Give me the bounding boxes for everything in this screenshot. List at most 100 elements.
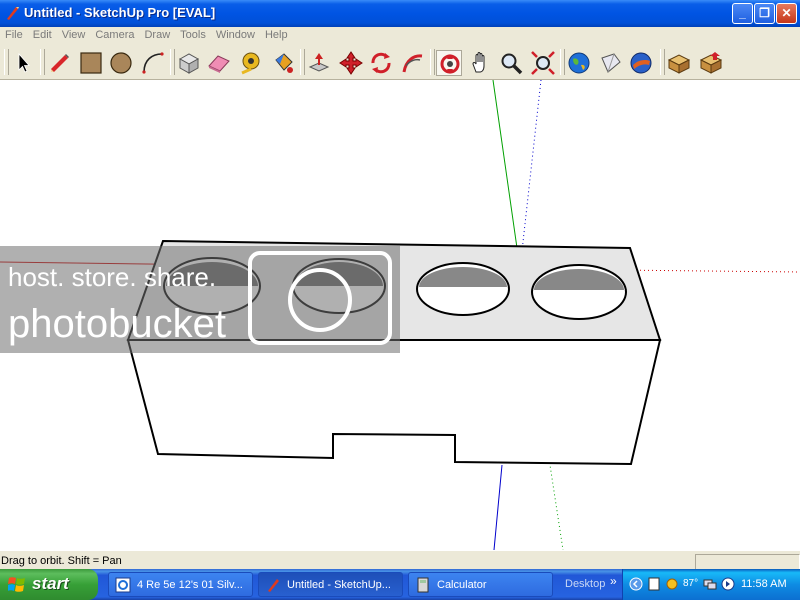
block-front-face[interactable] (126, 339, 662, 466)
blue-axis-solid (493, 464, 503, 550)
menu-window[interactable]: Window (211, 27, 260, 41)
toolbar-separator (40, 49, 45, 75)
measurements-box[interactable] (695, 554, 800, 570)
make-component-button[interactable] (176, 50, 202, 76)
rectangle-icon (80, 52, 102, 74)
photobucket-watermark: host. store. share. photobucket (0, 246, 400, 353)
drawing-viewport[interactable]: host. store. share. photobucket (0, 80, 800, 550)
toolbar-separator (660, 49, 665, 75)
rotate-icon (371, 52, 391, 74)
select-tool-button[interactable] (10, 50, 36, 76)
main-toolbar (0, 46, 800, 80)
status-bar: Drag to orbit. Shift = Pan (0, 550, 800, 570)
taskbar-item-sketchup[interactable]: Untitled - SketchUp... (258, 572, 403, 597)
share-model-icon (601, 53, 621, 73)
pan-tool-button[interactable] (468, 50, 494, 76)
maximize-button[interactable]: ❐ (754, 3, 775, 24)
menu-tools[interactable]: Tools (175, 27, 211, 41)
task-label: Untitled - SketchUp... (287, 579, 391, 591)
toolbar-separator (560, 49, 565, 75)
watermark-tagline: host. store. share. (8, 262, 216, 292)
google-earth-button[interactable] (628, 50, 654, 76)
toolbar-separator (170, 49, 175, 75)
toolbar-grip[interactable] (4, 49, 9, 75)
sketchup-icon (268, 579, 279, 592)
toolbar-separator (300, 49, 305, 75)
hand-icon (472, 52, 485, 73)
eraser-icon (208, 55, 230, 73)
close-button[interactable]: ✕ (776, 3, 797, 24)
share-component-button[interactable] (698, 50, 724, 76)
circle-tool-button[interactable] (108, 50, 134, 76)
clock[interactable]: 11:58 AM (741, 578, 787, 590)
arc-icon (142, 52, 164, 74)
task-label: 4 Re 5e 12's 01 Silv... (137, 579, 243, 591)
calculator-icon (417, 577, 429, 593)
taskbar-item-silver-thread[interactable]: 4 Re 5e 12's 01 Silv... (108, 572, 253, 597)
magnifier-icon (501, 53, 523, 75)
share-box-icon (699, 52, 723, 74)
minimize-button[interactable]: _ (732, 3, 753, 24)
menu-edit[interactable]: Edit (28, 27, 57, 41)
watermark-brand: photobucket (8, 302, 226, 346)
component-box-icon (178, 53, 200, 74)
arrow-cursor-icon (18, 52, 30, 73)
push-pull-tool-button[interactable] (306, 50, 332, 76)
status-hint: Drag to orbit. Shift = Pan (1, 555, 122, 567)
tray-expand-icon[interactable] (629, 577, 643, 591)
push-pull-icon (308, 53, 330, 72)
paint-bucket-tool-button[interactable] (270, 50, 296, 76)
blue-axis-dotted (519, 80, 542, 270)
desktop-toolbar-label[interactable]: Desktop (565, 578, 605, 590)
start-button[interactable]: start (0, 569, 98, 600)
rectangle-tool-button[interactable] (78, 50, 104, 76)
rotate-tool-button[interactable] (368, 50, 394, 76)
system-tray: 87° 11:58 AM (622, 569, 800, 600)
temperature-readout: 87° (683, 578, 699, 589)
tape-measure-tool-button[interactable] (238, 50, 264, 76)
orbit-tool-button[interactable] (436, 50, 462, 76)
zoom-extents-tool-button[interactable] (530, 50, 556, 76)
zoom-extents-icon (531, 51, 555, 75)
windows-taskbar: start 4 Re 5e 12's 01 Silv... Untitled -… (0, 569, 800, 600)
sketchup-app-icon[interactable] (4, 5, 20, 21)
menu-view[interactable]: View (57, 27, 91, 41)
window-title: Untitled - SketchUp Pro [EVAL] (24, 5, 216, 20)
browser-icon (115, 577, 131, 593)
move-tool-button[interactable] (338, 50, 364, 76)
volume-tray-icon[interactable] (721, 577, 735, 591)
title-bar[interactable]: Untitled - SketchUp Pro [EVAL] _ ❐ ✕ (0, 0, 800, 27)
circle-icon (110, 52, 132, 74)
windows-logo-icon (8, 577, 25, 592)
document-tray-icon[interactable] (647, 577, 661, 591)
pencil-icon (51, 54, 69, 72)
weather-tray-icon[interactable] (665, 577, 679, 591)
eraser-tool-button[interactable] (206, 50, 232, 76)
share-model-button[interactable] (598, 50, 624, 76)
get-models-button[interactable] (566, 50, 592, 76)
follow-me-tool-button[interactable] (400, 50, 426, 76)
taskbar-item-calculator[interactable]: Calculator (408, 572, 553, 597)
orbit-icon (440, 54, 460, 74)
follow-me-icon (402, 54, 423, 73)
menu-file[interactable]: File (0, 27, 28, 41)
move-arrows-icon (339, 51, 363, 75)
globe-icon (568, 52, 590, 74)
model-canvas[interactable]: host. store. share. photobucket (0, 80, 800, 550)
paint-bucket-icon (275, 53, 293, 73)
task-label: Calculator (437, 579, 487, 591)
get-components-button[interactable] (666, 50, 692, 76)
toolbar-separator (430, 49, 435, 75)
zoom-tool-button[interactable] (498, 50, 524, 76)
green-axis-solid (492, 80, 521, 270)
menu-help[interactable]: Help (260, 27, 293, 41)
network-tray-icon[interactable] (703, 577, 717, 591)
tape-measure-icon (241, 52, 260, 75)
pencil-tool-button[interactable] (46, 50, 72, 76)
warehouse-box-icon (667, 54, 691, 74)
arc-tool-button[interactable] (140, 50, 166, 76)
menu-bar: File Edit View Camera Draw Tools Window Help (0, 27, 800, 46)
menu-draw[interactable]: Draw (139, 27, 175, 41)
menu-camera[interactable]: Camera (90, 27, 139, 41)
desktop-chevron-icon[interactable]: » (610, 574, 617, 588)
